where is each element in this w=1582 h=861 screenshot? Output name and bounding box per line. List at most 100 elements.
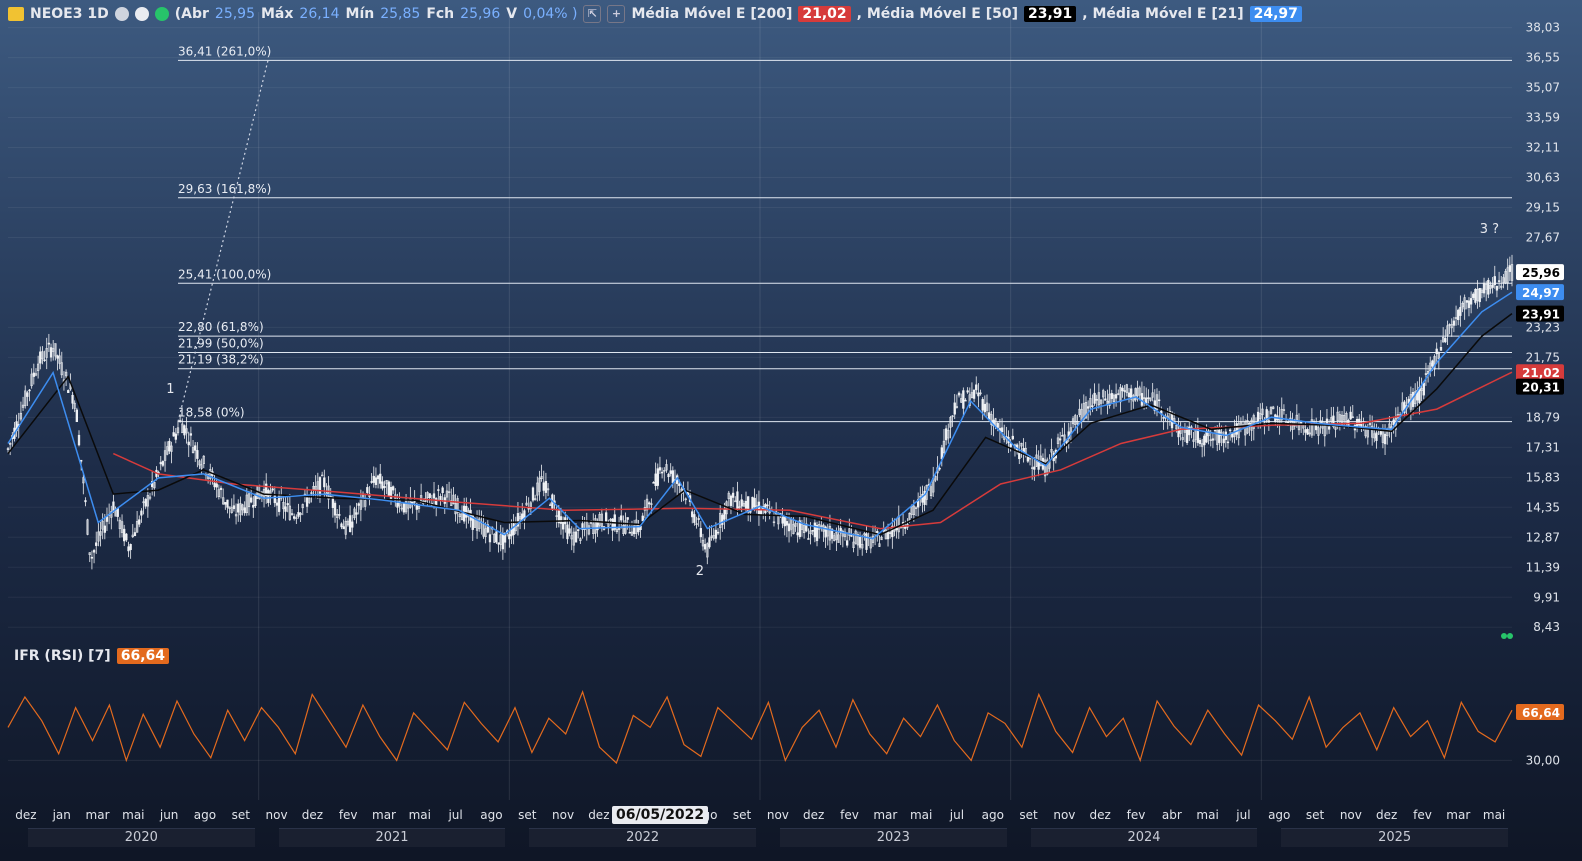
y-tick-label: 21,75	[1526, 350, 1560, 364]
chart-area[interactable]: 36,41 (261,0%) 29,63 (161,8%) 25,41 (100,0…	[0, 0, 1582, 857]
minimize-icon[interactable]	[134, 7, 149, 21]
ma200-badge: 21,02	[798, 6, 851, 22]
candle-body	[1091, 405, 1094, 407]
x-tick-label: jan	[52, 808, 71, 822]
candle-body	[1465, 300, 1468, 303]
candle-body	[1009, 443, 1012, 448]
y-tick-label: 9,91	[1533, 590, 1560, 604]
x-tick-label: nov	[1340, 808, 1362, 822]
candle-body	[338, 514, 341, 516]
candle-body	[213, 482, 216, 488]
y-tick-label: 29,15	[1526, 200, 1560, 214]
x-tick-label: dez	[1090, 808, 1111, 822]
rsi-tick-label: 30,00	[1526, 753, 1560, 767]
price-badge-label: 20,31	[1522, 381, 1560, 395]
candle-body	[1121, 387, 1124, 392]
candle-body	[736, 491, 739, 510]
candle-body	[1493, 276, 1496, 286]
candle-body	[671, 470, 675, 484]
x-tick-label: set	[232, 808, 251, 822]
candle-body	[355, 512, 358, 515]
wave-label: 3 ?	[1480, 222, 1499, 237]
candle-body	[544, 481, 548, 493]
candle-body	[1469, 298, 1473, 305]
candle-body	[67, 390, 70, 393]
x-tick-label: abr	[1162, 808, 1182, 822]
fib-label: 18,58 (0%)	[178, 406, 245, 420]
x-tick-label: fev	[1127, 808, 1146, 822]
candle-body	[561, 522, 565, 530]
candle-body	[807, 538, 810, 540]
candle-body	[1222, 438, 1225, 444]
ma21-label: , Média Móvel E [21]	[1082, 6, 1244, 22]
candle-body	[1127, 392, 1131, 397]
candle-body	[964, 399, 967, 402]
candle-body	[731, 492, 735, 498]
y-tick-label: 36,55	[1526, 51, 1560, 65]
candle-body	[691, 511, 694, 518]
candle-body	[92, 550, 96, 553]
x-tick-label: dez	[15, 808, 36, 822]
fib-label: 29,63 (161,8%)	[178, 182, 271, 196]
candle-body	[972, 389, 976, 399]
candle-body	[161, 461, 165, 466]
wave-label: 2	[696, 564, 704, 579]
candle-body	[620, 515, 623, 521]
candle-body	[611, 518, 614, 531]
cursor-icon[interactable]: ⇱	[583, 5, 602, 23]
candle-body	[1203, 435, 1206, 446]
candle-body	[652, 482, 655, 484]
candle-body	[271, 488, 274, 491]
candle-body	[1213, 429, 1217, 432]
candle-body	[1474, 288, 1477, 303]
candle-body	[1185, 429, 1189, 444]
candle-body	[811, 530, 814, 532]
candle-body	[144, 498, 147, 507]
candle-body	[140, 510, 143, 516]
candle-body	[305, 497, 309, 507]
price-badge-label: 24,97	[1522, 286, 1560, 300]
symbol-label[interactable]: NEOE3 1D	[30, 6, 109, 22]
settings-icon[interactable]	[114, 7, 129, 21]
candle-body	[781, 515, 784, 524]
candle-body	[1157, 399, 1161, 402]
candle-body	[889, 532, 892, 534]
candle-body	[1424, 373, 1428, 375]
candle-body	[1306, 428, 1309, 435]
candle-body	[376, 475, 380, 480]
add-indicator-icon[interactable]: +	[607, 5, 626, 23]
y-tick-label: 33,59	[1526, 111, 1560, 125]
x-tick-label: mai	[1483, 808, 1505, 822]
candle-body	[116, 508, 119, 517]
x-tick-label: set	[1306, 808, 1325, 822]
crosshair-date-badge: 06/05/2022	[612, 806, 709, 824]
candle-body	[1482, 282, 1486, 294]
ma200-label: Média Móvel E [200]	[631, 6, 793, 22]
candle-body	[628, 532, 631, 534]
x-tick-label: ago	[480, 808, 502, 822]
x-tick-label: ago	[1268, 808, 1290, 822]
candle-body	[323, 477, 326, 488]
candle-body	[983, 404, 986, 413]
candle-body	[1491, 284, 1494, 288]
price-chart[interactable]: 36,41 (261,0%) 29,63 (161,8%) 25,41 (100,0…	[0, 0, 1582, 857]
ma21-badge: 24,97	[1249, 6, 1302, 22]
candle-body	[1145, 397, 1148, 404]
candle-body	[1358, 418, 1361, 426]
chart-logo-icon	[8, 7, 24, 21]
live-indicator-icon	[1507, 632, 1513, 639]
x-tick-label: jul	[949, 808, 964, 822]
candle-body	[966, 390, 969, 393]
candle-body	[512, 523, 515, 536]
candle-body	[383, 486, 386, 488]
wave-label: 1	[166, 382, 174, 397]
candle-body	[577, 529, 580, 531]
candle-body	[1422, 382, 1425, 396]
close-value: 25,96	[460, 6, 501, 22]
candle-body	[286, 503, 289, 506]
candle-body	[495, 531, 498, 543]
candle-body	[348, 515, 352, 532]
candle-body	[249, 497, 253, 503]
candle-body	[953, 402, 956, 415]
candle-body	[357, 503, 360, 506]
